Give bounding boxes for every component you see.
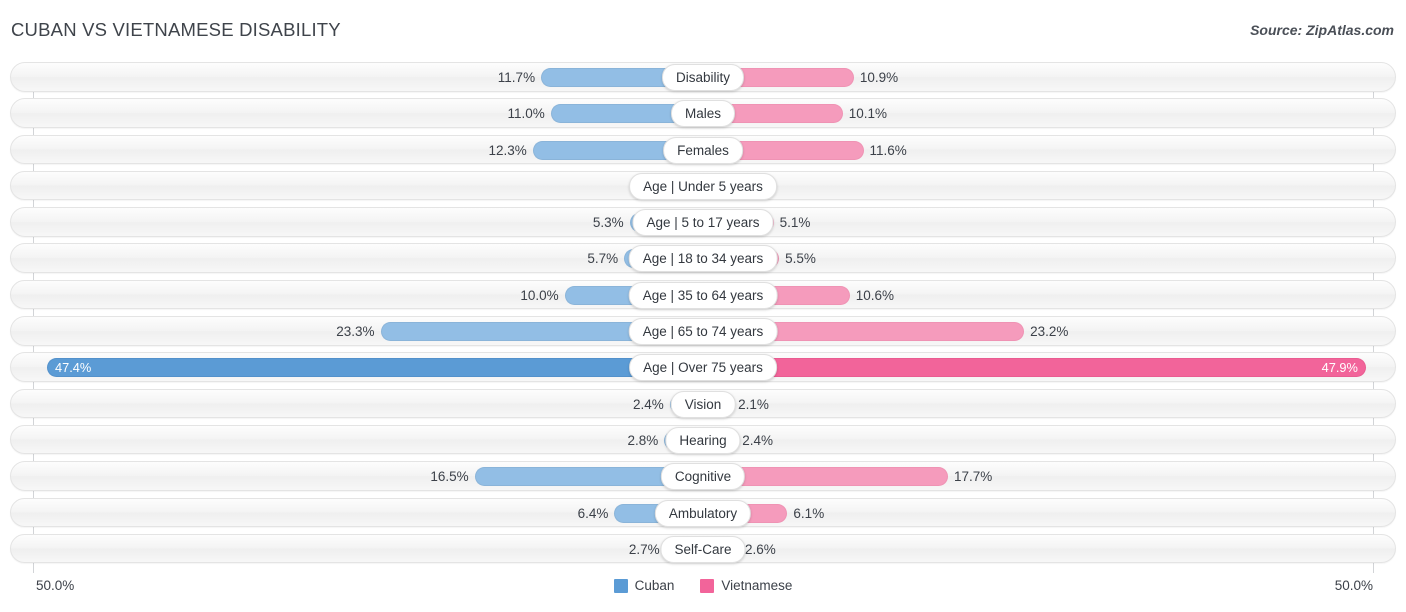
bar-value-vietnamese: 5.1% [779,215,811,231]
chart-header: CUBAN VS VIETNAMESE DISABILITY Source: Z… [0,0,1406,58]
bar-cuban[interactable] [46,358,703,378]
bar-rows-container: 11.7% 10.9% Disability 11.0% 10.1% Males 12.3%… [0,60,1406,568]
table-row[interactable]: 11.7% 10.9% Disability [0,60,1406,94]
bar-value-vietnamese: 23.2% [1030,324,1069,340]
legend-item-cuban[interactable]: Cuban [613,578,675,593]
bar-category-label: Disability [661,64,745,91]
table-row[interactable]: 1.2%0.81%Age | Under 5 years [0,169,1406,203]
bar-value-cuban: 2.8% [627,432,659,448]
source-attribution: Source: ZipAtlas.com [1250,22,1394,38]
bar-category-label: Age | 5 to 17 years [632,209,774,237]
bar-value-cuban: 47.4% [54,360,92,376]
bar-value-cuban: 5.7% [587,251,619,267]
bar-value-vietnamese: 2.4% [742,432,773,448]
table-row[interactable]: 10.0% 10.6% Age | 35 to 64 years [0,278,1406,312]
legend-item-vietnamese[interactable]: Vietnamese [700,578,792,593]
bar-value-vietnamese: 6.1% [793,505,825,521]
bar-category-label: Hearing [665,426,741,454]
bar-category-label: Age | Over 75 years [629,354,777,382]
legend-swatch-icon [613,578,628,593]
bar-value-vietnamese: 10.6% [855,287,894,303]
bar-value-cuban: 11.0% [507,106,545,122]
bar-category-label: Vision [670,390,736,418]
table-row[interactable]: 5.3% 5.1% Age | 5 to 17 years [0,205,1406,239]
bar-value-vietnamese: 5.5% [785,251,816,267]
bar-vietnamese[interactable] [703,358,1366,378]
table-row[interactable]: 6.4% 6.1% Ambulatory [0,496,1406,530]
bar-value-cuban: 16.5% [430,469,469,485]
bar-category-label: Males [670,100,736,128]
bar-value-vietnamese: 2.1% [738,396,769,412]
table-row[interactable]: 2.4% 2.1% Vision [0,387,1406,421]
bar-category-label: Cognitive [660,463,746,491]
bar-value-vietnamese: 10.1% [848,106,888,122]
bar-value-cuban: 10.0% [520,287,559,303]
bar-category-label: Age | 35 to 64 years [628,281,778,309]
bar-category-label: Age | Under 5 years [629,172,777,200]
bar-category-label: Age | 65 to 74 years [628,318,778,346]
bar-value-vietnamese: 10.9% [859,70,899,85]
bar-category-label: Age | 18 to 34 years [628,245,778,273]
bar-value-vietnamese: 11.6% [869,142,907,158]
chart-legend: Cuban Vietnamese [0,578,1406,593]
bar-value-cuban: 5.3% [592,215,624,231]
bar-value-cuban: 6.4% [577,505,609,521]
table-row[interactable]: 2.7% 2.6% Self-Care [0,532,1406,566]
table-row[interactable]: 47.4% 47.9% Age | Over 75 years [0,350,1406,384]
chart-footer: 50.0% 50.0% Cuban Vietnamese [0,575,1406,605]
bar-value-cuban: 12.3% [488,142,527,158]
table-row[interactable]: 11.0% 10.1% Males [0,96,1406,130]
bar-value-cuban: 2.7% [628,541,660,557]
bar-category-label: Self-Care [660,535,746,563]
table-row[interactable]: 5.7% 5.5% Age | 18 to 34 years [0,241,1406,275]
table-row[interactable]: 16.5% 17.7% Cognitive [0,459,1406,493]
bar-value-vietnamese: 2.6% [744,541,776,557]
table-row[interactable]: 12.3% 11.6% Females [0,133,1406,167]
chart-plot-area: 11.7% 10.9% Disability 11.0% 10.1% Males 12.3%… [0,60,1406,573]
bar-category-label: Females [663,136,743,164]
legend-label: Vietnamese [721,578,793,593]
legend-label: Cuban [634,578,675,593]
table-row[interactable]: 23.3% 23.2% Age | 65 to 74 years [0,314,1406,348]
bar-value-vietnamese: 47.9% [1321,360,1358,376]
page-title: CUBAN VS VIETNAMESE DISABILITY [11,19,341,40]
bar-value-vietnamese: 17.7% [953,469,993,485]
table-row[interactable]: 2.8% 2.4% Hearing [0,423,1406,457]
bar-category-label: Ambulatory [654,499,752,527]
legend-swatch-icon [700,578,715,593]
bar-value-cuban: 2.4% [633,396,664,412]
bar-value-cuban: 11.7% [497,70,536,85]
bar-value-cuban: 23.3% [336,324,375,340]
